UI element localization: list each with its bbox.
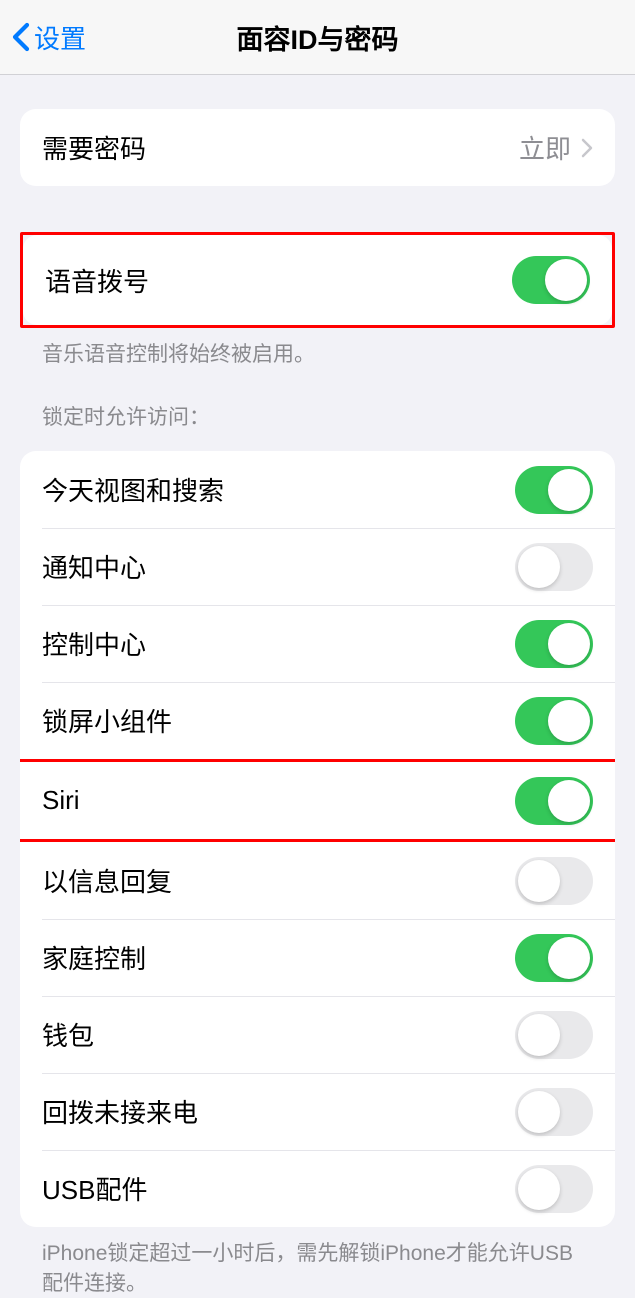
lock-access-label: 家庭控制 [42,939,146,976]
back-label: 设置 [34,19,86,56]
chevron-left-icon [12,22,30,52]
lock-access-toggle[interactable] [515,1088,593,1136]
back-button[interactable]: 设置 [8,19,86,56]
lock-access-label: 钱包 [42,1016,94,1053]
lock-access-toggle[interactable] [515,1011,593,1059]
lock-access-label: USB配件 [42,1170,147,1207]
lock-access-toggle[interactable] [515,1165,593,1213]
lock-access-label: 以信息回复 [42,862,172,899]
lock-access-row: 钱包 [20,996,615,1073]
voice-dial-footer: 音乐语音控制将始终被启用。 [20,328,615,369]
lock-access-toggle[interactable] [515,543,593,591]
require-passcode-row[interactable]: 需要密码 立即 [20,109,615,186]
lock-access-group: 今天视图和搜索通知中心控制中心锁屏小组件 Siri 以信息回复家庭控制钱包回拨未接来… [20,451,615,1227]
lock-access-row: 以信息回复 [20,842,615,919]
require-passcode-value: 立即 [519,129,593,166]
siri-highlight: Siri [20,759,615,842]
lock-access-row: 锁屏小组件 [20,682,615,759]
voice-dial-label: 语音拨号 [45,262,149,299]
lock-access-toggle[interactable] [515,466,593,514]
lock-access-row: USB配件 [20,1150,615,1227]
lock-access-header: 锁定时允许访问： [20,369,615,439]
lock-access-label: Siri [42,785,80,816]
lock-access-row: 通知中心 [20,528,615,605]
lock-access-footer: iPhone锁定超过一小时后，需先解锁iPhone才能允许USB配件连接。 [20,1227,615,1298]
require-passcode-label: 需要密码 [42,129,146,166]
lock-access-label: 控制中心 [42,625,146,662]
lock-access-label: 今天视图和搜索 [42,471,224,508]
lock-access-row: 回拨未接来电 [20,1073,615,1150]
lock-access-row: 控制中心 [20,605,615,682]
lock-access-toggle[interactable] [515,620,593,668]
voice-dial-group: 语音拨号 [23,235,612,325]
lock-access-toggle[interactable] [515,777,593,825]
lock-access-toggle[interactable] [515,857,593,905]
lock-access-row: Siri [20,762,615,839]
lock-access-label: 回拨未接来电 [42,1093,198,1130]
lock-access-row: 今天视图和搜索 [20,451,615,528]
require-passcode-group: 需要密码 立即 [20,109,615,186]
lock-access-row: 家庭控制 [20,919,615,996]
lock-access-toggle[interactable] [515,697,593,745]
chevron-right-icon [581,138,593,158]
page-title: 面容ID与密码 [237,18,399,57]
lock-access-label: 通知中心 [42,548,146,585]
lock-access-label: 锁屏小组件 [42,702,172,739]
voice-dial-row: 语音拨号 [23,235,612,325]
voice-dial-highlight: 语音拨号 [20,232,615,328]
voice-dial-toggle[interactable] [512,256,590,304]
navbar: 设置 面容ID与密码 [0,0,635,75]
lock-access-toggle[interactable] [515,934,593,982]
